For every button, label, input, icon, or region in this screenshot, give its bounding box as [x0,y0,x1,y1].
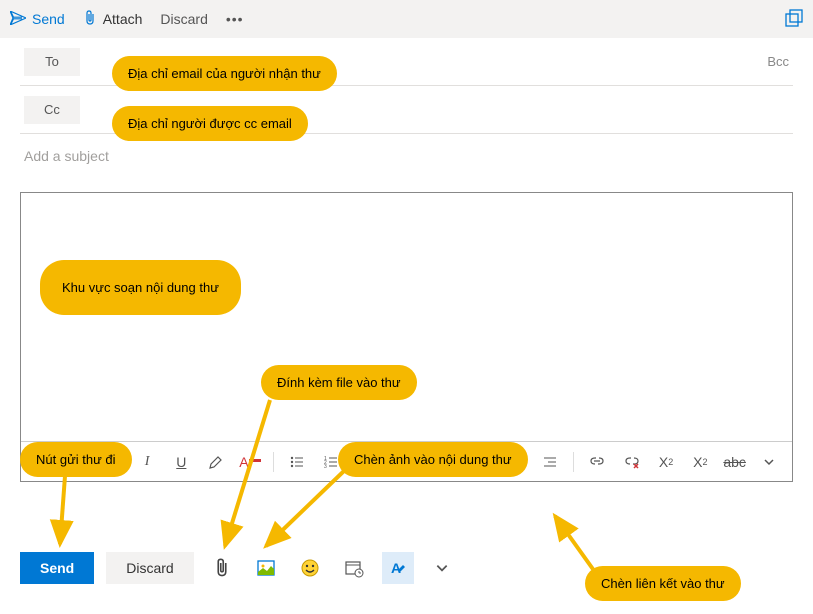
bullets-button[interactable] [282,446,312,478]
paperclip-icon [83,10,97,29]
callout-to: Địa chỉ email của người nhận thư [112,56,337,91]
action-bar: Send Discard A [20,552,458,584]
separator [273,452,274,472]
callout-send: Nút gửi thư đi [20,442,132,477]
superscript-button[interactable]: X2 [651,446,681,478]
insert-link-button[interactable] [582,446,612,478]
bcc-button[interactable]: Bcc [767,54,793,69]
send-icon [10,11,26,28]
underline-button[interactable]: U [166,446,196,478]
insert-image-button[interactable] [250,552,282,584]
cc-button[interactable]: Cc [24,96,80,124]
popout-button[interactable] [785,9,803,30]
remove-link-button[interactable] [617,446,647,478]
svg-text:3: 3 [324,464,327,470]
format-more-button[interactable] [754,446,784,478]
separator [573,452,574,472]
callout-image: Chèn ảnh vào nội dung thư [338,442,528,477]
attach-file-button[interactable] [206,552,238,584]
font-color-button[interactable]: A [235,446,265,478]
send-button[interactable]: Send [20,552,94,584]
align-right-button[interactable] [535,446,565,478]
to-button[interactable]: To [24,48,80,76]
action-more-button[interactable] [426,552,458,584]
toggle-format-button[interactable]: A [382,552,414,584]
italic-button[interactable]: I [132,446,162,478]
highlight-button[interactable] [200,446,230,478]
strikethrough-button[interactable]: abc [720,446,750,478]
top-toolbar: Send Attach Discard ••• [0,0,813,38]
top-discard-button[interactable]: Discard [160,11,207,27]
more-actions-button[interactable]: ••• [226,11,244,27]
insert-emoji-button[interactable] [294,552,326,584]
schedule-button[interactable] [338,552,370,584]
top-send-label: Send [32,11,65,27]
callout-link: Chèn liên kết vào thư [585,566,741,601]
discard-button[interactable]: Discard [106,552,193,584]
svg-text:A: A [391,560,401,576]
subject-input[interactable] [20,140,793,172]
top-send-button[interactable]: Send [10,11,65,28]
compose-body[interactable]: AA A B I U A 123 [20,192,793,482]
callout-body: Khu vực soạn nội dung thư [40,260,241,315]
subscript-button[interactable]: X2 [685,446,715,478]
callout-cc: Địa chỉ người được cc email [112,106,308,141]
top-attach-button[interactable]: Attach [83,10,143,29]
callout-attach: Đính kèm file vào thư [261,365,417,400]
top-attach-label: Attach [103,11,143,27]
